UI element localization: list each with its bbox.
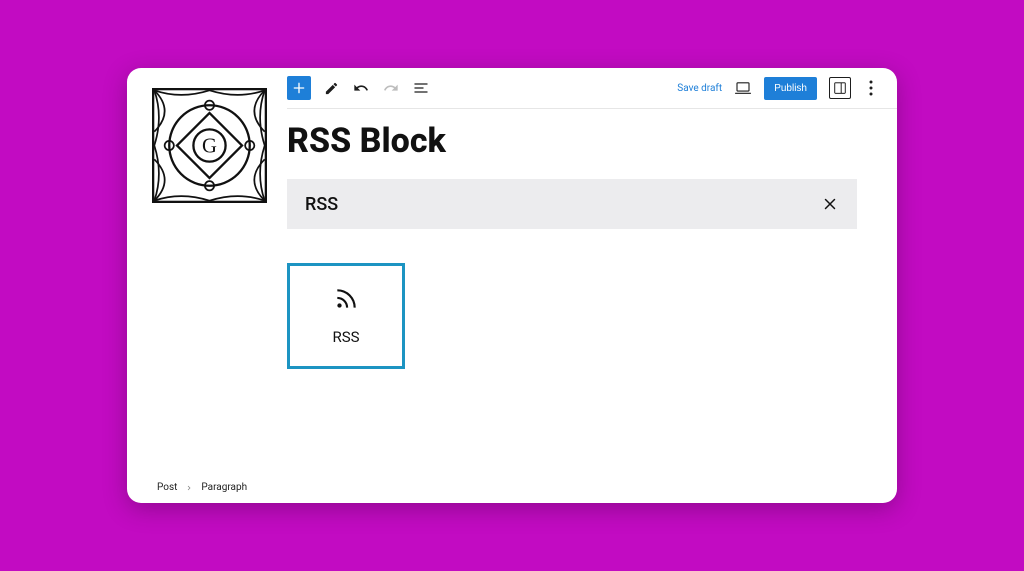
save-draft-link[interactable]: Save draft: [677, 83, 722, 94]
add-block-button[interactable]: [287, 76, 311, 100]
toolbar-left: [287, 76, 431, 100]
block-search-box[interactable]: RSS: [287, 179, 857, 229]
rss-block-result[interactable]: RSS: [287, 263, 405, 369]
editor-body: G: [127, 68, 897, 503]
settings-panel-toggle[interactable]: [829, 77, 851, 99]
toolbar-right: Save draft Publish: [677, 77, 879, 100]
more-menu-icon[interactable]: [863, 80, 879, 96]
breadcrumb: Post Paragraph: [157, 482, 247, 493]
chevron-right-icon: [185, 484, 193, 492]
svg-text:G: G: [202, 135, 217, 157]
redo-icon[interactable]: [381, 78, 401, 98]
rss-block-label: RSS: [332, 328, 359, 346]
list-view-icon[interactable]: [411, 78, 431, 98]
editor-toolbar: Save draft Publish: [287, 68, 897, 109]
site-logo[interactable]: G: [152, 88, 267, 203]
editor-window: G: [127, 68, 897, 503]
page-title[interactable]: RSS Block: [287, 121, 857, 161]
undo-icon[interactable]: [351, 78, 371, 98]
rss-icon: [333, 286, 359, 312]
edit-icon[interactable]: [321, 78, 341, 98]
editor-content: RSS Block RSS RSS: [287, 109, 897, 369]
preview-icon[interactable]: [734, 79, 752, 97]
breadcrumb-paragraph[interactable]: Paragraph: [201, 482, 247, 493]
publish-button[interactable]: Publish: [764, 77, 817, 100]
block-search-input[interactable]: RSS: [305, 194, 338, 215]
breadcrumb-post[interactable]: Post: [157, 482, 177, 493]
logo-column: G: [127, 68, 287, 503]
main-column: Save draft Publish RSS Block RSS: [287, 68, 897, 503]
clear-search-icon[interactable]: [821, 195, 839, 213]
